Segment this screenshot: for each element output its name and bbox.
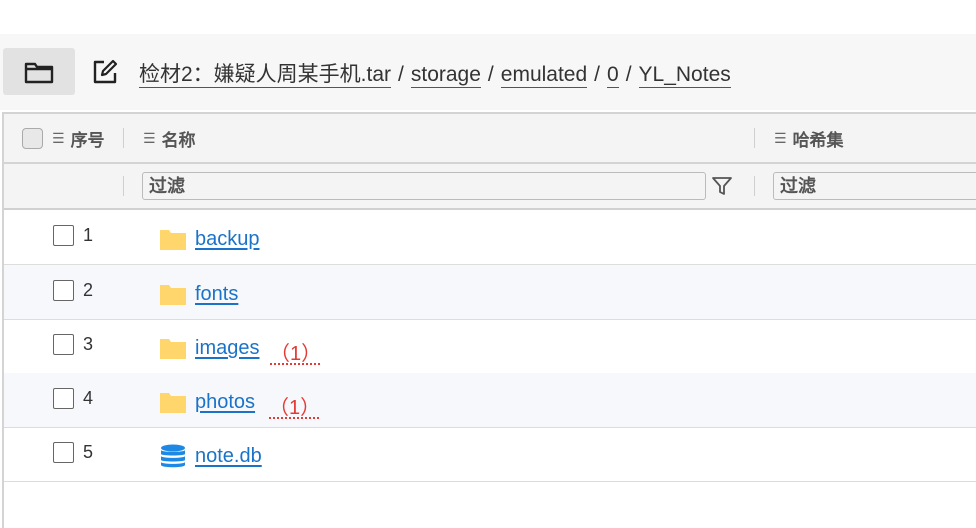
column-divider: [754, 176, 755, 196]
column-header-hash[interactable]: ☰ 哈希集: [774, 114, 844, 162]
table-row[interactable]: 2 fonts: [4, 265, 976, 320]
open-folder-button[interactable]: [3, 48, 75, 95]
row-checkbox[interactable]: [53, 280, 74, 301]
file-name-link[interactable]: backup: [195, 228, 260, 251]
row-index: 2: [83, 280, 94, 300]
hash-filter-input[interactable]: [773, 172, 976, 200]
row-checkbox[interactable]: [53, 225, 74, 246]
filter-row: [4, 164, 976, 210]
file-name-link[interactable]: fonts: [195, 283, 238, 306]
breadcrumb-separator: /: [398, 63, 404, 86]
folder-icon: [160, 393, 186, 413]
edit-icon[interactable]: [91, 58, 119, 86]
row-index: 5: [83, 442, 94, 462]
breadcrumb-item-0[interactable]: 0: [607, 63, 619, 88]
table-header: ☰ 序号 ☰ 名称 ☰ 哈希集: [4, 114, 976, 164]
breadcrumb-separator: /: [625, 63, 632, 86]
item-count-badge[interactable]: （1）: [270, 337, 321, 366]
item-count-badge[interactable]: （1）: [269, 391, 320, 420]
name-filter-input[interactable]: [142, 172, 706, 200]
breadcrumb-item-yl-notes[interactable]: YL_Notes: [638, 63, 731, 88]
breadcrumb-separator: /: [487, 63, 494, 86]
breadcrumb-item-emulated[interactable]: emulated: [500, 63, 588, 88]
column-header-hash-label: 哈希集: [792, 130, 844, 150]
breadcrumb-item-archive[interactable]: 检材2：嫌疑人周某手机.tar: [139, 63, 392, 88]
column-divider[interactable]: [754, 128, 755, 148]
filter-icon[interactable]: [710, 174, 734, 198]
row-checkbox[interactable]: [53, 388, 74, 409]
column-header-name[interactable]: ☰ 名称: [143, 114, 196, 162]
row-index: 3: [83, 334, 94, 354]
select-all-checkbox[interactable]: [22, 128, 43, 149]
column-menu-icon[interactable]: ☰: [143, 130, 156, 147]
table-row[interactable]: 3 images （1）: [4, 319, 976, 374]
breadcrumb-item-storage[interactable]: storage: [410, 63, 481, 88]
table-row[interactable]: 4 photos （1）: [4, 373, 976, 428]
column-header-index[interactable]: ☰ 序号: [52, 114, 105, 162]
row-checkbox[interactable]: [53, 334, 74, 355]
row-index: 4: [83, 388, 94, 408]
folder-icon: [24, 62, 54, 83]
table-row[interactable]: 1 backup: [4, 210, 976, 265]
database-icon: [161, 444, 185, 468]
column-divider[interactable]: [123, 128, 124, 148]
column-divider: [123, 176, 124, 196]
folder-icon: [160, 285, 186, 305]
file-name-link[interactable]: images: [195, 337, 259, 360]
top-spacer: [0, 0, 976, 34]
breadcrumb-separator: /: [594, 63, 600, 86]
breadcrumb: 检材2：嫌疑人周某手机.tar / storage / emulated / 0 / YL_No…: [139, 58, 731, 88]
table-row[interactable]: 5 note.db: [4, 427, 976, 482]
file-name-link[interactable]: note.db: [195, 445, 262, 468]
folder-icon: [160, 230, 186, 250]
column-header-index-label: 序号: [70, 130, 105, 150]
row-index: 1: [83, 225, 94, 245]
row-checkbox[interactable]: [53, 442, 74, 463]
folder-icon: [160, 339, 186, 359]
file-table: ☰ 序号 ☰ 名称 ☰ 哈希集 1 backup 2: [2, 112, 976, 528]
file-name-link[interactable]: photos: [195, 391, 255, 414]
column-menu-icon[interactable]: ☰: [774, 130, 787, 147]
column-header-name-label: 名称: [161, 130, 196, 150]
column-menu-icon[interactable]: ☰: [52, 130, 65, 147]
path-bar: 检材2：嫌疑人周某手机.tar / storage / emulated / 0 / YL_No…: [0, 34, 976, 110]
